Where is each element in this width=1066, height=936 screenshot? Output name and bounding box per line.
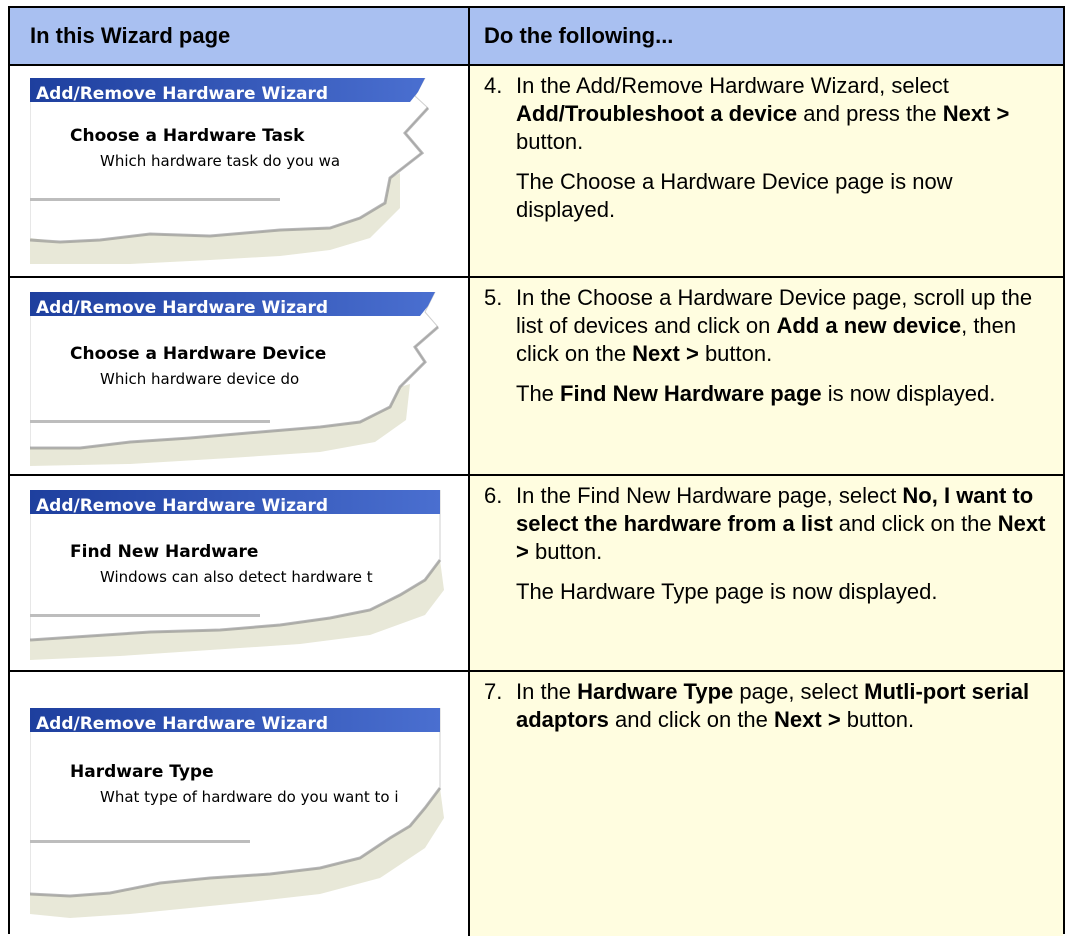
wizard-screenshot: Add/Remove Hardware Wizard Choose a Hard… bbox=[30, 292, 450, 468]
wizard-screenshot-cell: Add/Remove Hardware Wizard Hardware Type… bbox=[10, 672, 468, 936]
header-col-instructions: Do the following... bbox=[484, 23, 674, 48]
wizard-page-title: Choose a Hardware Device bbox=[70, 344, 327, 364]
table-row: Add/Remove Hardware Wizard Choose a Hard… bbox=[10, 66, 1063, 276]
step-number: 5. bbox=[484, 285, 503, 310]
step-text: In the Add/Remove Hardware Wizard, selec… bbox=[516, 73, 1010, 154]
step-result-note: The Hardware Type page is now displayed. bbox=[516, 579, 938, 604]
table-row: Add/Remove Hardware Wizard Hardware Type… bbox=[10, 672, 1063, 936]
instruction-step: 4. In the Add/Remove Hardware Wizard, se… bbox=[484, 72, 1049, 224]
wizard-page-subtitle: Windows can also detect hardware t bbox=[100, 568, 373, 586]
wizard-screenshot-cell: Add/Remove Hardware Wizard Choose a Hard… bbox=[10, 66, 468, 276]
step-text: In the Find New Hardware page, select No… bbox=[516, 483, 1046, 564]
table-row: Add/Remove Hardware Wizard Choose a Hard… bbox=[10, 278, 1063, 474]
instruction-step: 7. In the Hardware Type page, select Mut… bbox=[484, 678, 1049, 734]
wizard-title: Add/Remove Hardware Wizard bbox=[36, 84, 329, 104]
wizard-title: Add/Remove Hardware Wizard bbox=[36, 298, 329, 318]
wizard-screenshot-cell: Add/Remove Hardware Wizard Choose a Hard… bbox=[10, 278, 468, 474]
header-col-wizard-page: In this Wizard page bbox=[30, 23, 231, 48]
wizard-screenshot: Add/Remove Hardware Wizard Choose a Hard… bbox=[30, 78, 450, 264]
instruction-table: In this Wizard page Do the following... … bbox=[8, 6, 1065, 936]
wizard-screenshot: Add/Remove Hardware Wizard Find New Hard… bbox=[30, 490, 450, 666]
wizard-page-subtitle: Which hardware task do you wa bbox=[100, 152, 341, 170]
step-text: In the Choose a Hardware Device page, sc… bbox=[516, 285, 1033, 366]
wizard-page-subtitle: Which hardware device do bbox=[100, 370, 300, 388]
instruction-step: 5. In the Choose a Hardware Device page,… bbox=[484, 284, 1049, 408]
wizard-title: Add/Remove Hardware Wizard bbox=[36, 714, 329, 734]
wizard-page-title: Find New Hardware bbox=[70, 542, 259, 562]
wizard-screenshot-cell: Add/Remove Hardware Wizard Find New Hard… bbox=[10, 476, 468, 670]
step-text: In the Hardware Type page, select Mutli-… bbox=[516, 679, 1030, 732]
step-number: 4. bbox=[484, 73, 503, 98]
wizard-title: Add/Remove Hardware Wizard bbox=[36, 496, 329, 516]
wizard-page-title: Choose a Hardware Task bbox=[70, 126, 305, 146]
wizard-screenshot: Add/Remove Hardware Wizard Hardware Type… bbox=[30, 708, 450, 920]
wizard-page-title: Hardware Type bbox=[70, 762, 214, 782]
wizard-page-subtitle: What type of hardware do you want to i bbox=[100, 788, 399, 806]
step-result-note: The Choose a Hardware Device page is now… bbox=[516, 169, 953, 222]
table-header: In this Wizard page Do the following... bbox=[10, 8, 1063, 66]
step-result-note: The Find New Hardware page is now displa… bbox=[516, 381, 996, 406]
table-row: Add/Remove Hardware Wizard Find New Hard… bbox=[10, 476, 1063, 670]
column-divider bbox=[468, 8, 470, 936]
step-number: 6. bbox=[484, 483, 503, 508]
instruction-step: 6. In the Find New Hardware page, select… bbox=[484, 482, 1049, 606]
step-number: 7. bbox=[484, 679, 503, 704]
